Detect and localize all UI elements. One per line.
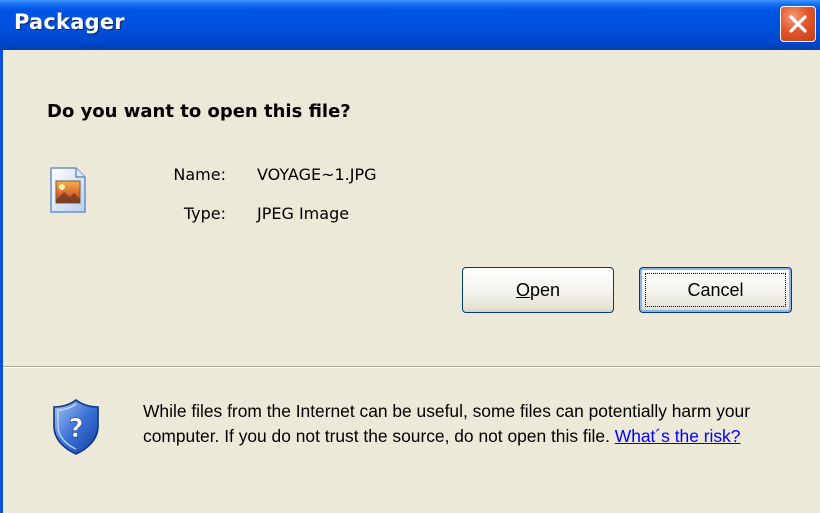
cancel-button[interactable]: Cancel: [639, 267, 792, 313]
file-type-value: JPEG Image: [257, 204, 350, 223]
focus-ring: [645, 273, 786, 307]
dialog-window: Packager Do you want to open this file?: [0, 0, 820, 513]
open-button[interactable]: Open: [462, 267, 614, 313]
dialog-question: Do you want to open this file?: [47, 101, 351, 122]
file-name-label: Name:: [173, 165, 226, 184]
dialog-body: Do you want to open this file? Name: VOY…: [3, 50, 820, 513]
close-button[interactable]: [780, 6, 816, 42]
security-warning: While files from the Internet can be use…: [143, 399, 808, 449]
window-title: Packager: [14, 10, 125, 34]
title-bar[interactable]: Packager: [0, 0, 820, 50]
file-type-label: Type:: [183, 204, 226, 223]
section-divider-highlight: [3, 367, 820, 368]
file-name-row: Name: VOYAGE~1.JPG: [3, 165, 803, 187]
file-type-row: Type: JPEG Image: [3, 204, 803, 226]
whats-the-risk-link[interactable]: What´s the risk?: [615, 426, 741, 446]
open-label-rest: pen: [529, 279, 561, 300]
file-name-value: VOYAGE~1.JPG: [257, 165, 377, 184]
open-mnemonic: O: [515, 279, 530, 300]
svg-text:?: ?: [68, 414, 83, 444]
open-button-label: Open: [516, 280, 560, 301]
close-icon: [789, 15, 807, 33]
security-shield-question-icon: ?: [53, 399, 99, 455]
